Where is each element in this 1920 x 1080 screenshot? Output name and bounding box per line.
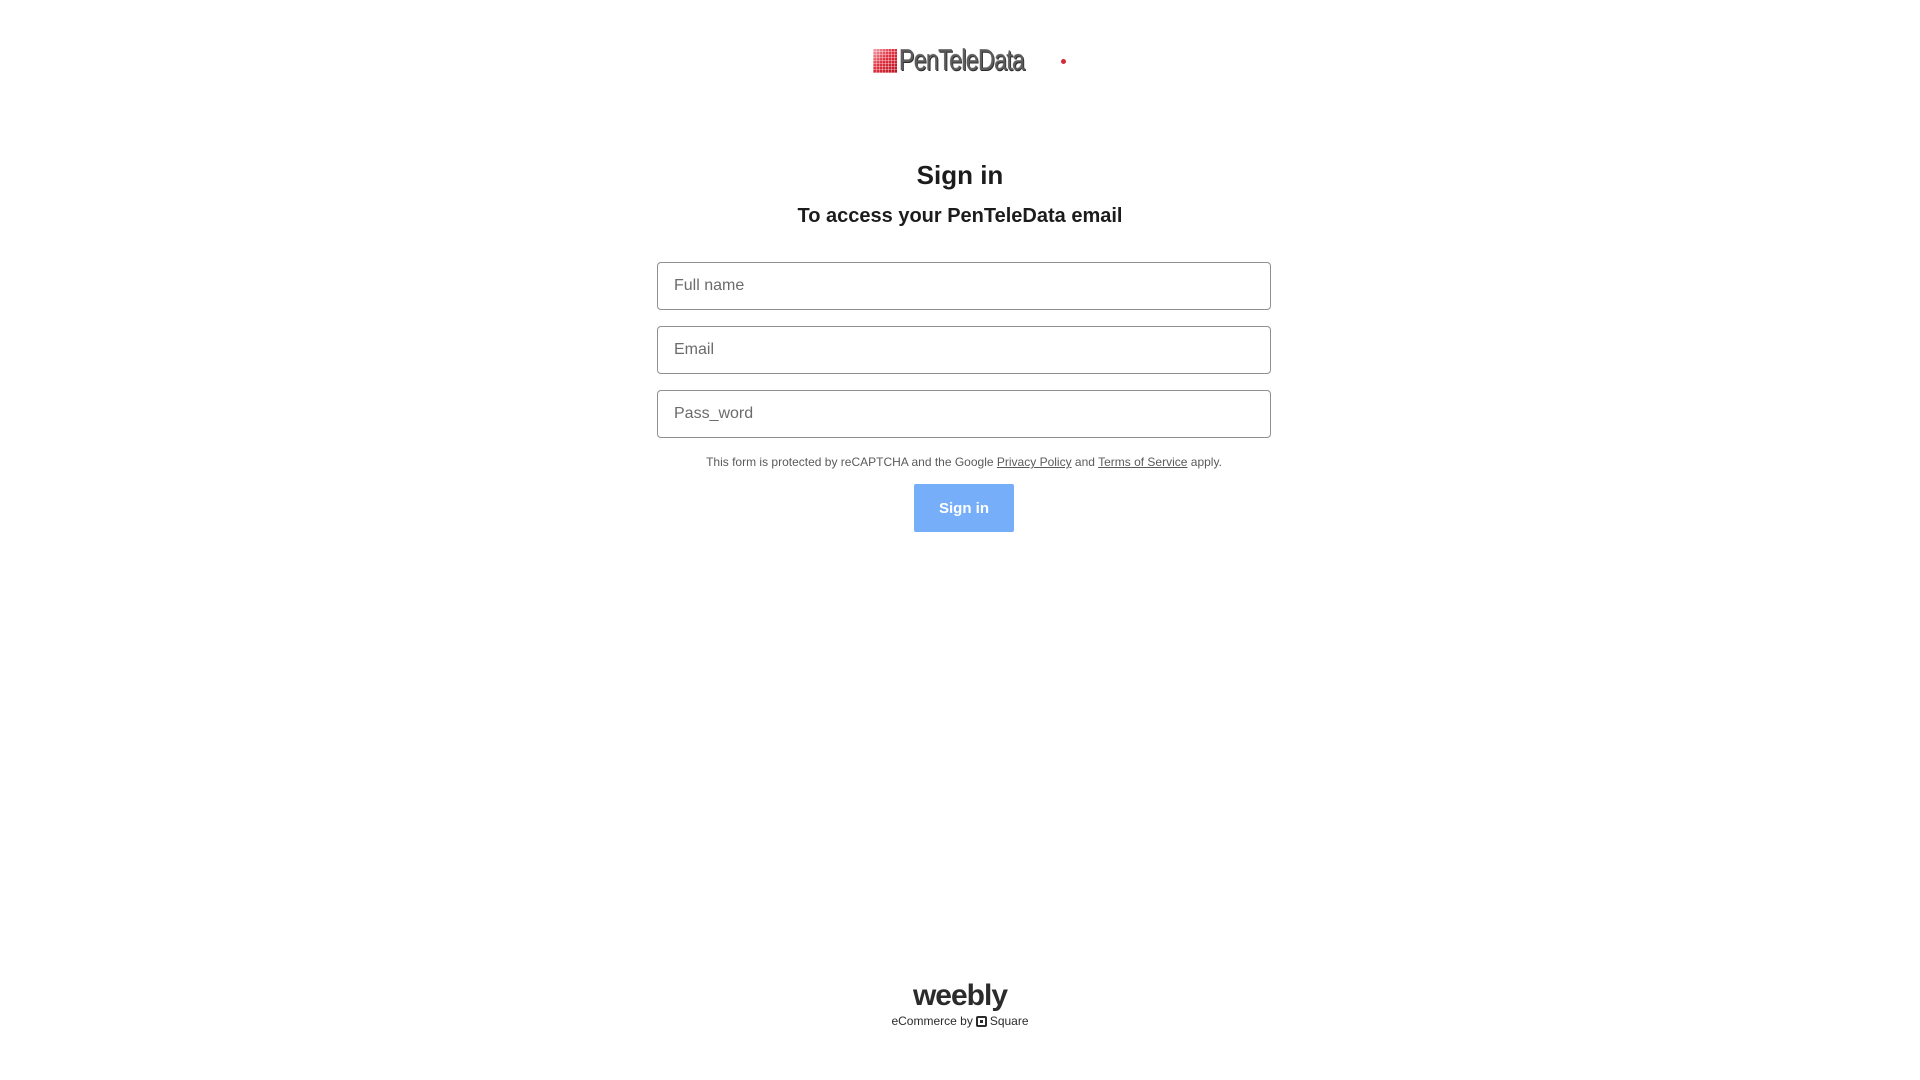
logo-text: PenTeleData xyxy=(899,44,1025,77)
signin-form: This form is protected by reCAPTCHA and … xyxy=(657,262,1271,532)
legal-prefix: This form is protected by reCAPTCHA and … xyxy=(706,455,994,469)
penteledata-logo-icon xyxy=(873,49,897,73)
square-logo-icon xyxy=(975,1015,987,1027)
weebly-footer-brand[interactable]: weebly eCommerce by Square xyxy=(0,980,1920,1030)
page-subtitle: To access your PenTeleData email xyxy=(797,205,1123,227)
page-title: Sign in xyxy=(916,160,1004,190)
ecommerce-prefix: eCommerce by xyxy=(891,1014,973,1028)
recaptcha-notice: This form is protected by reCAPTCHA and … xyxy=(657,454,1271,470)
submit-wrap: Sign in xyxy=(657,484,1271,532)
penteledata-logo: PenTeleData xyxy=(873,44,1066,77)
full-name-input[interactable] xyxy=(657,262,1271,310)
sign-in-button[interactable]: Sign in xyxy=(914,484,1014,532)
weebly-logo: weebly xyxy=(912,979,1008,1012)
legal-suffix: apply. xyxy=(1190,455,1222,469)
privacy-policy-link[interactable]: Privacy Policy xyxy=(997,455,1072,469)
page: PenTeleData Sign in To access your PenTe… xyxy=(0,0,1920,1080)
square-label: Square xyxy=(989,1014,1029,1028)
legal-and: and xyxy=(1074,455,1095,469)
terms-of-service-link[interactable]: Terms of Service xyxy=(1098,455,1187,469)
logo-dot-icon xyxy=(1060,58,1066,64)
ecommerce-by-square: eCommerce by Square xyxy=(891,1013,1028,1029)
password-input[interactable] xyxy=(657,390,1271,438)
email-input[interactable] xyxy=(657,326,1271,374)
